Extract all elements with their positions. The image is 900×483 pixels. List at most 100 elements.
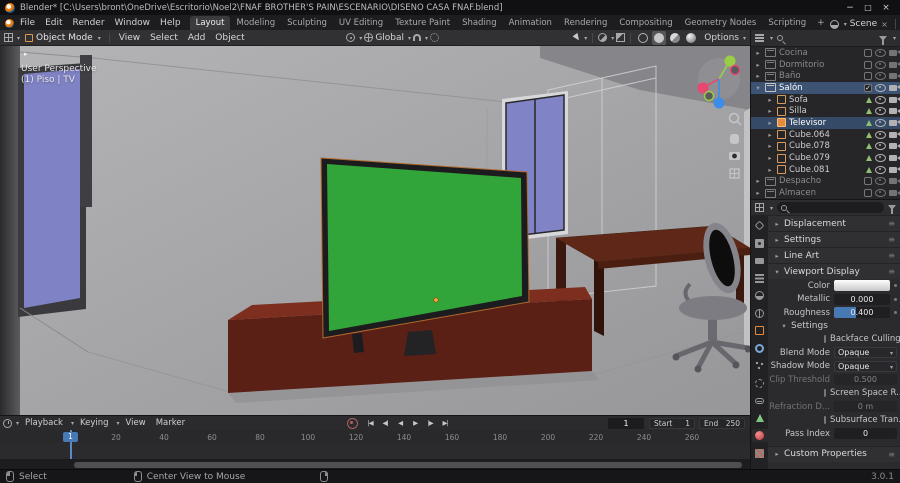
render-camera-icon[interactable]: [889, 131, 900, 138]
outliner-row-televisor[interactable]: Televisor: [751, 117, 900, 129]
disclosure-icon[interactable]: [754, 48, 762, 58]
current-frame-field[interactable]: 1: [608, 417, 645, 429]
jump-end-button[interactable]: ▶|: [439, 418, 452, 429]
disclosure-icon[interactable]: [766, 95, 774, 105]
hide-eye-icon[interactable]: [875, 95, 886, 104]
animate-dot-icon[interactable]: [894, 311, 897, 315]
animate-dot-icon[interactable]: [894, 284, 897, 288]
color-swatch[interactable]: [834, 280, 890, 292]
transform-pivot-icon[interactable]: [346, 33, 356, 42]
menu-help[interactable]: Help: [155, 17, 186, 30]
render-camera-icon[interactable]: [889, 190, 900, 197]
exclude-checkbox[interactable]: [864, 60, 872, 69]
tab-constraints[interactable]: [752, 394, 768, 407]
timeline-scrollbar-thumb[interactable]: [74, 461, 742, 468]
blender-menu-icon[interactable]: [5, 19, 14, 28]
disclosure-icon[interactable]: [754, 83, 762, 93]
outliner-row-sofa[interactable]: Sofa: [751, 94, 900, 106]
outliner-editor-dropdown[interactable]: [768, 33, 773, 43]
properties-editor-dropdown[interactable]: [768, 203, 773, 213]
menu-keying[interactable]: Keying: [76, 418, 113, 428]
orientation-globe-icon[interactable]: [364, 33, 374, 42]
hide-eye-icon[interactable]: [875, 165, 886, 174]
outliner-editor-icon[interactable]: [755, 34, 764, 42]
close-icon[interactable]: [877, 1, 895, 15]
panel-viewport-display[interactable]: Viewport Display: [768, 263, 900, 279]
exclude-checkbox[interactable]: [864, 72, 872, 81]
disclosure-icon[interactable]: [754, 71, 762, 81]
disclosure-icon[interactable]: [773, 235, 781, 245]
menu-marker[interactable]: Marker: [152, 418, 189, 428]
tab-object-data[interactable]: [752, 412, 768, 425]
tab-render[interactable]: [752, 237, 768, 250]
outliner-row-cube079[interactable]: Cube.079: [751, 152, 900, 164]
hide-eye-icon[interactable]: [875, 118, 886, 127]
tab-world[interactable]: [752, 307, 768, 320]
render-camera-icon[interactable]: [889, 84, 900, 91]
tab-material[interactable]: [751, 429, 768, 442]
exclude-checkbox[interactable]: [864, 48, 872, 57]
panel-menu-icon[interactable]: [888, 235, 895, 244]
menu-file[interactable]: File: [15, 17, 40, 30]
properties-search-input[interactable]: [790, 203, 880, 212]
pivot-dropdown[interactable]: [357, 33, 362, 43]
shading-wireframe-button[interactable]: [636, 31, 650, 45]
tab-texture[interactable]: [752, 447, 768, 460]
disclosure-icon[interactable]: [780, 321, 788, 331]
maximize-icon[interactable]: [859, 1, 877, 15]
tab-modifiers[interactable]: [752, 342, 768, 355]
tab-sculpting[interactable]: Sculpting: [281, 16, 333, 30]
shading-solid-button[interactable]: [652, 30, 667, 45]
subsurface-checkbox[interactable]: [824, 416, 826, 425]
filter-icon[interactable]: [888, 205, 896, 214]
play-reverse-button[interactable]: ◀: [394, 418, 407, 429]
disclosure-icon[interactable]: [766, 106, 774, 116]
refraction-depth-field[interactable]: 0 m: [834, 401, 897, 413]
disclosure-icon[interactable]: [754, 188, 762, 198]
outliner-row-cube064[interactable]: Cube.064: [751, 129, 900, 141]
orientation-label[interactable]: Global: [375, 33, 404, 43]
hide-eye-icon[interactable]: [875, 130, 886, 139]
disclosure-icon[interactable]: [766, 118, 774, 128]
tab-scripting[interactable]: Scripting: [762, 16, 812, 30]
outliner-row-salon[interactable]: Salón: [751, 82, 900, 94]
outliner-row-bano[interactable]: Baño: [751, 70, 900, 82]
snap-dropdown[interactable]: [423, 33, 428, 43]
disclosure-icon[interactable]: [773, 449, 781, 459]
playhead-frame-badge[interactable]: 1: [63, 431, 78, 442]
frame-start-field[interactable]: Start 1: [649, 417, 696, 429]
tab-geometry-nodes[interactable]: Geometry Nodes: [679, 16, 763, 30]
menu-edit[interactable]: Edit: [40, 17, 67, 30]
outliner-row-cocina[interactable]: Cocina: [751, 47, 900, 59]
tab-modeling[interactable]: Modeling: [230, 16, 281, 30]
outliner-row-dormitorio[interactable]: Dormitorio: [751, 59, 900, 71]
tab-animation[interactable]: Animation: [503, 16, 558, 30]
viewport-3d-scene[interactable]: [0, 46, 750, 415]
pass-index-field[interactable]: 0: [834, 428, 897, 440]
disclosure-icon[interactable]: [754, 60, 762, 70]
panel-menu-icon[interactable]: [888, 251, 895, 260]
render-camera-icon[interactable]: [889, 143, 900, 150]
play-button[interactable]: ▶: [409, 418, 422, 429]
menu-view[interactable]: View: [122, 418, 150, 428]
mode-selector[interactable]: Object Mode: [22, 33, 104, 43]
tab-scene[interactable]: [752, 289, 768, 302]
menu-view[interactable]: View: [115, 33, 144, 43]
tab-tool[interactable]: [752, 219, 768, 232]
exclude-checkbox[interactable]: [864, 83, 872, 92]
panel-custom-properties[interactable]: Custom Properties: [768, 445, 900, 462]
hide-eye-icon[interactable]: [875, 48, 886, 57]
render-camera-icon[interactable]: [889, 178, 900, 185]
snap-magnet-icon[interactable]: [413, 34, 422, 41]
add-workspace-button[interactable]: +: [812, 16, 830, 30]
timeline-ruler[interactable]: 0 20 40 60 80 100 120 140 160 180 200 22…: [0, 430, 750, 444]
metallic-slider[interactable]: 0.000: [834, 293, 890, 305]
tab-physics[interactable]: [752, 377, 768, 390]
proportional-editing-icon[interactable]: [430, 33, 440, 42]
hide-eye-icon[interactable]: [875, 189, 886, 198]
disclosure-icon[interactable]: [773, 267, 781, 277]
blend-mode-dropdown[interactable]: Opaque: [834, 347, 897, 359]
timeline-track[interactable]: [0, 443, 750, 459]
render-camera-icon[interactable]: [889, 119, 900, 126]
render-camera-icon[interactable]: [889, 49, 900, 56]
